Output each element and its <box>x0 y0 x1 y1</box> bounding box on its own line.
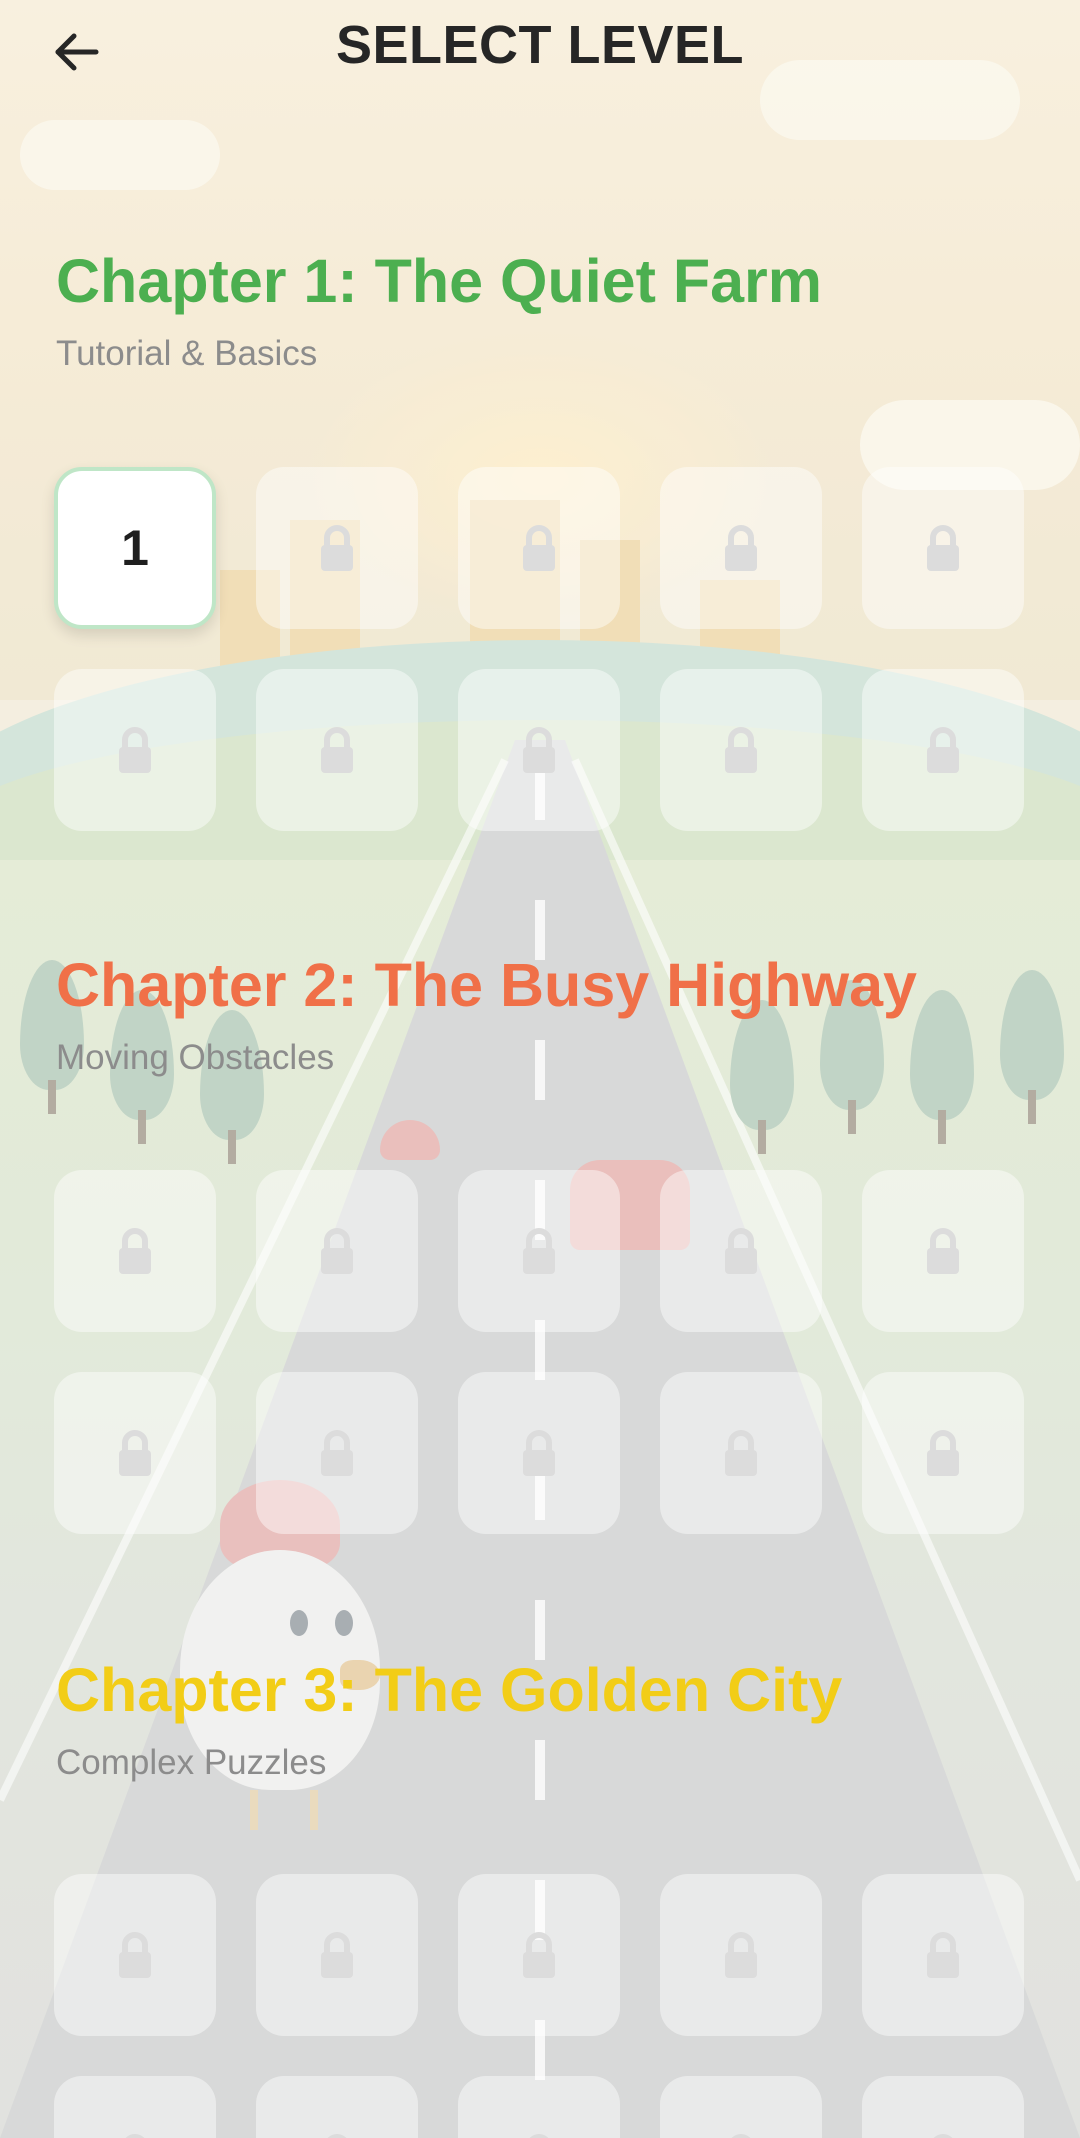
lock-icon <box>923 1931 963 1979</box>
level-tile-locked[interactable] <box>660 1874 822 2036</box>
lock-icon <box>317 1931 357 1979</box>
level-tile-locked[interactable] <box>458 467 620 629</box>
level-tile-locked[interactable] <box>256 669 418 831</box>
lock-icon <box>317 1227 357 1275</box>
level-tile-locked[interactable] <box>458 1874 620 2036</box>
lock-icon <box>519 2133 559 2138</box>
level-tile-locked[interactable] <box>458 669 620 831</box>
lock-icon <box>519 1429 559 1477</box>
level-tile-locked[interactable] <box>660 467 822 629</box>
lock-icon <box>115 726 155 774</box>
lock-icon <box>317 524 357 572</box>
lock-icon <box>923 1227 963 1275</box>
level-tile-locked[interactable] <box>660 669 822 831</box>
chapter-title: Chapter 1: The Quiet Farm <box>56 247 823 315</box>
level-tile-locked[interactable] <box>862 1874 1024 2036</box>
level-tile-locked[interactable] <box>458 2076 620 2138</box>
top-bar: SELECT LEVEL <box>0 0 1080 100</box>
level-tile-locked[interactable] <box>256 467 418 629</box>
level-tile-locked[interactable] <box>862 1170 1024 1332</box>
lock-icon <box>115 2133 155 2138</box>
level-number: 1 <box>121 520 149 576</box>
level-tile-locked[interactable] <box>458 1170 620 1332</box>
chapter-title: Chapter 2: The Busy Highway <box>56 951 917 1019</box>
lock-icon <box>721 2133 761 2138</box>
lock-icon <box>923 1429 963 1477</box>
level-tile-locked[interactable] <box>54 1874 216 2036</box>
level-tile-locked[interactable] <box>256 1372 418 1534</box>
level-tile-locked[interactable] <box>660 1170 822 1332</box>
lock-icon <box>721 1931 761 1979</box>
lock-icon <box>317 2133 357 2138</box>
level-tile-locked[interactable] <box>458 1372 620 1534</box>
chapter-subtitle: Complex Puzzles <box>56 1743 327 1782</box>
chapter-subtitle: Tutorial & Basics <box>56 334 318 373</box>
level-tile-locked[interactable] <box>54 1170 216 1332</box>
level-tile-locked[interactable] <box>54 669 216 831</box>
lock-icon <box>519 726 559 774</box>
lock-icon <box>519 1227 559 1275</box>
level-tile-locked[interactable] <box>256 1874 418 2036</box>
lock-icon <box>923 524 963 572</box>
level-tile-locked[interactable] <box>256 2076 418 2138</box>
lock-icon <box>317 1429 357 1477</box>
level-tile-locked[interactable] <box>54 2076 216 2138</box>
lock-icon <box>923 2133 963 2138</box>
lock-icon <box>923 726 963 774</box>
lock-icon <box>115 1931 155 1979</box>
lock-icon <box>115 1227 155 1275</box>
level-tile-locked[interactable] <box>660 1372 822 1534</box>
lock-icon <box>115 1429 155 1477</box>
lock-icon <box>721 726 761 774</box>
level-tile-locked[interactable] <box>862 2076 1024 2138</box>
chapter-title: Chapter 3: The Golden City <box>56 1656 843 1724</box>
level-tile[interactable]: 1 <box>54 467 216 629</box>
page-title: SELECT LEVEL <box>335 15 745 75</box>
lock-icon <box>519 524 559 572</box>
level-tile-locked[interactable] <box>256 1170 418 1332</box>
lock-icon <box>519 1931 559 1979</box>
lock-icon <box>721 1429 761 1477</box>
level-tile-locked[interactable] <box>862 1372 1024 1534</box>
chapter-subtitle: Moving Obstacles <box>56 1038 335 1077</box>
lock-icon <box>317 726 357 774</box>
lock-icon <box>721 1227 761 1275</box>
level-tile-locked[interactable] <box>862 669 1024 831</box>
level-tile-locked[interactable] <box>862 467 1024 629</box>
level-tile-locked[interactable] <box>660 2076 822 2138</box>
level-tile-locked[interactable] <box>54 1372 216 1534</box>
lock-icon <box>721 524 761 572</box>
